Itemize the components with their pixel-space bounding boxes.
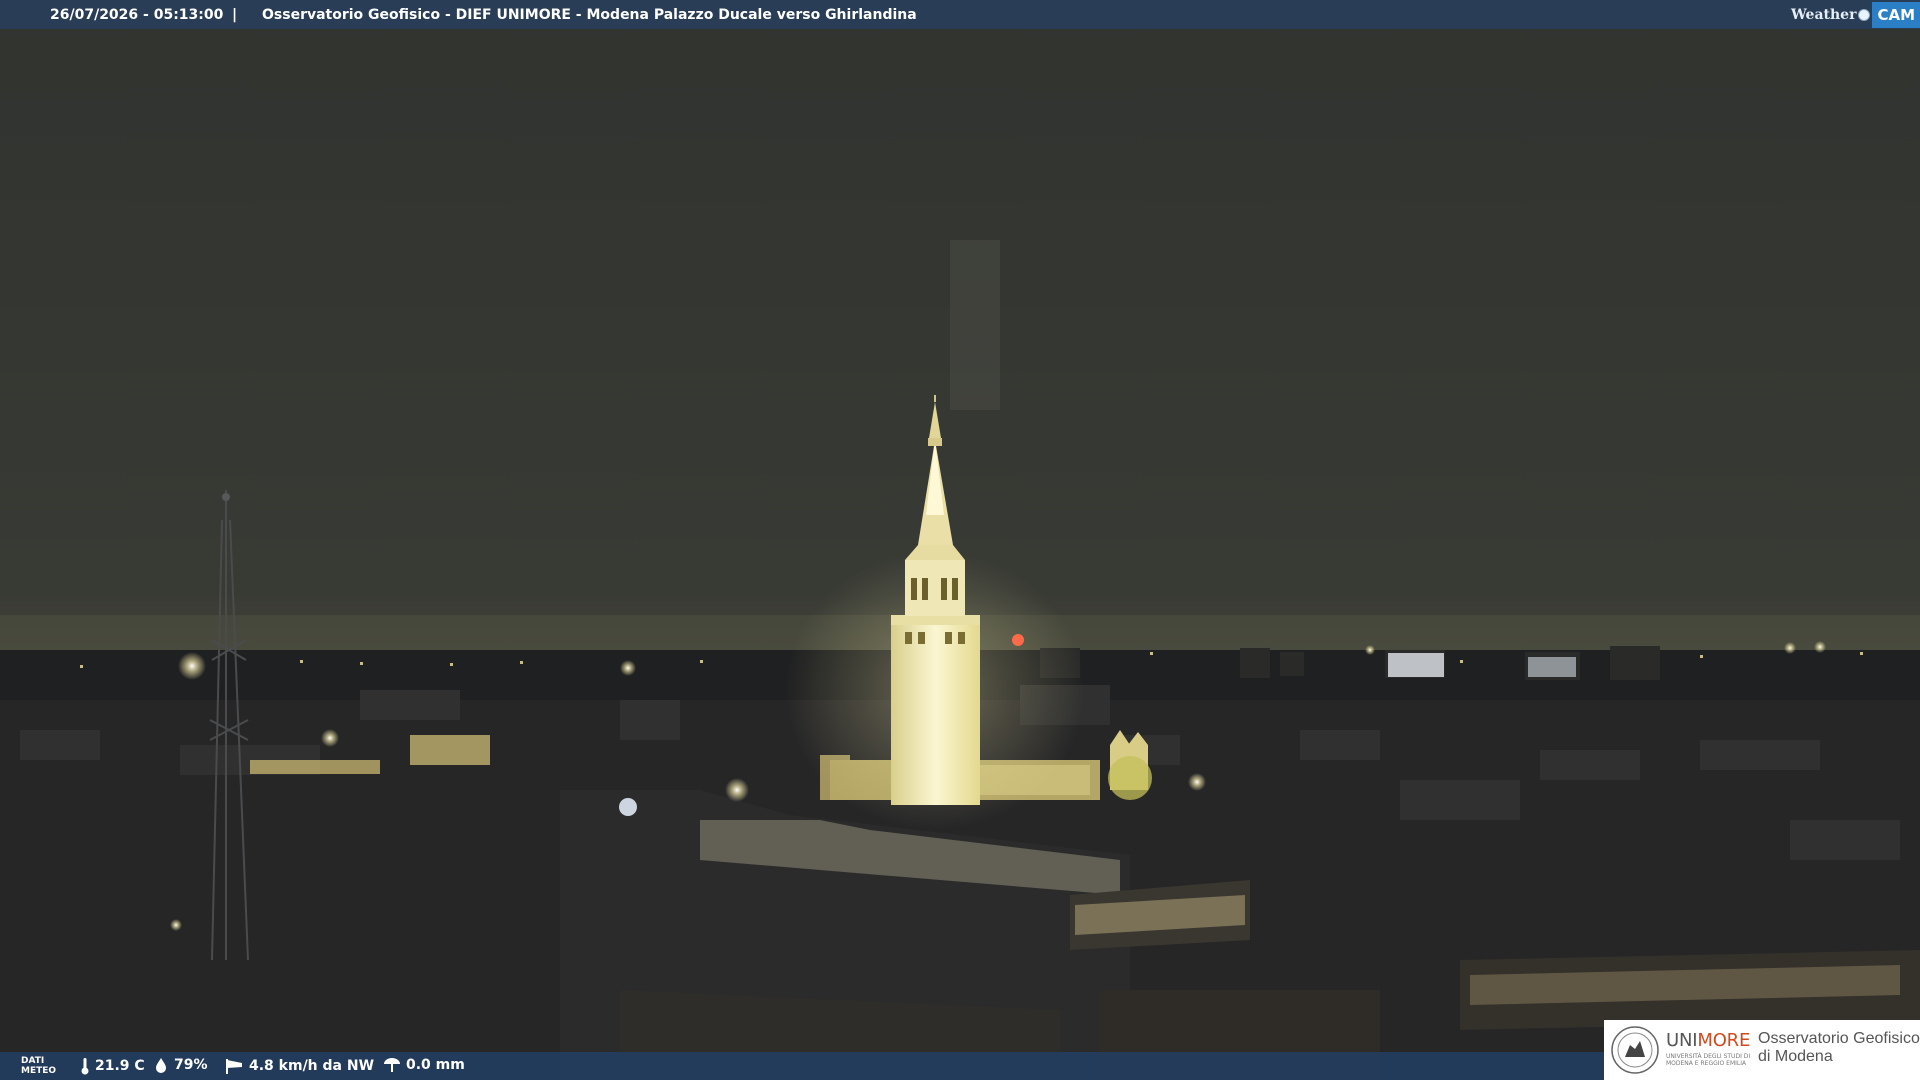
humidity-value: 79%: [174, 1057, 208, 1073]
rain-value: 0.0 mm: [406, 1057, 465, 1073]
observatory-name: Osservatorio Geofisico di Modena: [1758, 1030, 1920, 1066]
header-separator: |: [232, 7, 238, 23]
observatory-name-line1: Osservatorio Geofisico: [1758, 1030, 1920, 1047]
weathercam-logo-cam: CAM: [1872, 1, 1920, 28]
unimore-observatory-logo: UNIMORE UNIVERSITÀ DEGLI STUDI DI MODENA…: [1604, 1020, 1920, 1080]
weathercam-logo: Weather CAM: [1791, 0, 1920, 29]
weathercam-logo-weather: Weather: [1790, 6, 1857, 23]
weathercam-dot-icon: [1858, 8, 1871, 21]
humidity-reading: 79%: [153, 1057, 208, 1073]
weather-data-bar: DATI METEO 21.9 C 79% 4.8 km/h da NW 0.0…: [0, 1052, 1604, 1080]
temperature-reading: 21.9 C: [80, 1057, 145, 1075]
humidity-drop-icon: [156, 1058, 166, 1073]
timestamp: 26/07/2026 - 05:13:00: [50, 7, 224, 23]
weather-data-label-line2: METEO: [21, 1066, 57, 1076]
night-city-webcam-image: [0, 0, 1920, 1080]
unimore-wordmark-more: MORE: [1697, 1030, 1751, 1051]
unimore-subtitle: UNIVERSITÀ DEGLI STUDI DI MODENA E REGGI…: [1666, 1053, 1751, 1067]
temperature-value: 21.9 C: [95, 1058, 145, 1074]
observatory-name-line2: di Modena: [1758, 1048, 1833, 1065]
weather-data-label-line1: DATI: [21, 1056, 45, 1066]
rain-reading: 0.0 mm: [383, 1057, 465, 1073]
unimore-wordmark-uni: UNI: [1666, 1030, 1698, 1051]
wind-reading: 4.8 km/h da NW: [224, 1057, 374, 1075]
rain-gauge-icon: [384, 1058, 400, 1072]
thermometer-icon: [81, 1058, 89, 1075]
unimore-seal-icon: [1611, 1026, 1659, 1074]
unimore-wordmark: UNIMORE: [1666, 1030, 1750, 1051]
wind-value: 4.8 km/h da NW: [249, 1058, 375, 1074]
wind-sock-icon: [226, 1059, 242, 1074]
camera-caption: Osservatorio Geofisico - DIEF UNIMORE - …: [262, 7, 917, 23]
webcam-header-bar: 26/07/2026 - 05:13:00 | Osservatorio Geo…: [0, 0, 1920, 29]
weather-data-label: DATI METEO: [0, 1052, 70, 1080]
